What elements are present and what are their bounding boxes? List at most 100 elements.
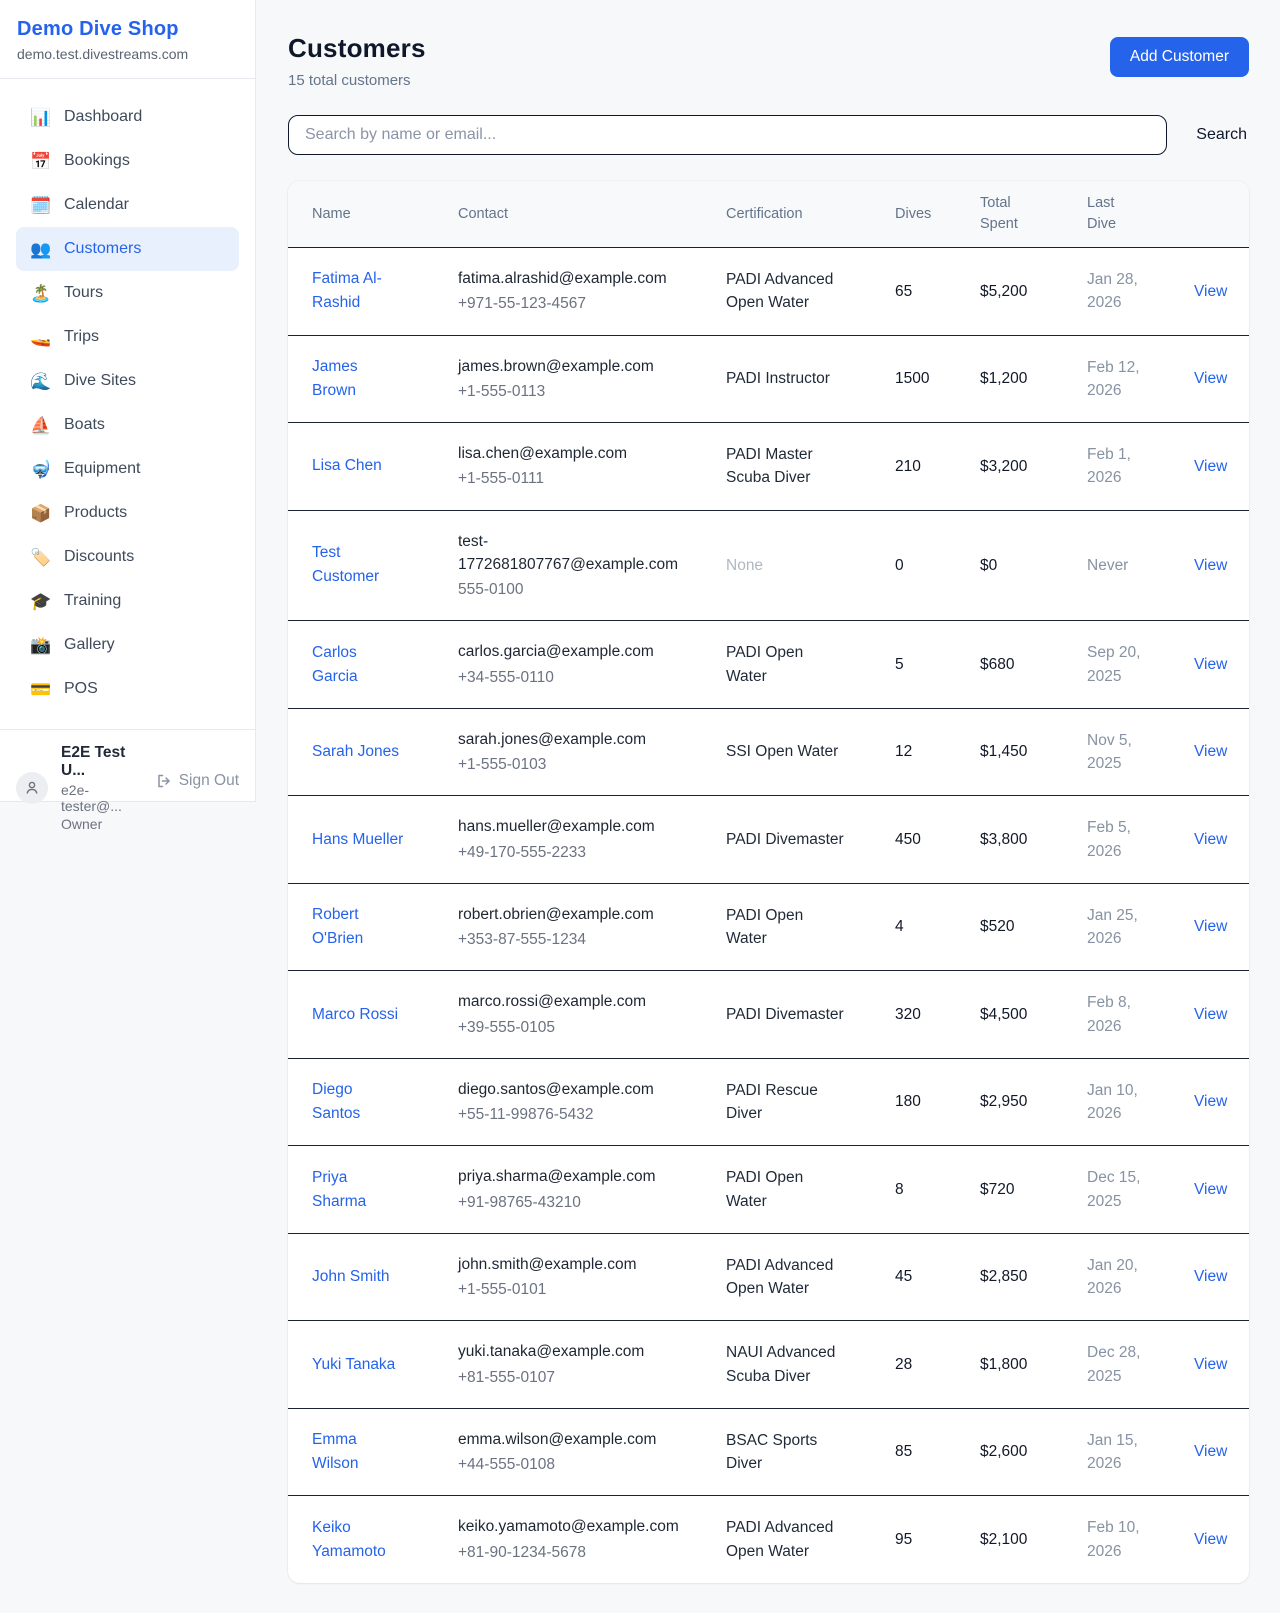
- customer-total-spent: $1,200: [980, 370, 1027, 387]
- sign-out-button[interactable]: Sign Out: [156, 772, 239, 790]
- sidebar-item-calendar[interactable]: 🗓️ Calendar: [16, 183, 239, 227]
- customer-last-dive: Jan 25, 2026: [1087, 904, 1159, 951]
- customer-phone: +44-555-0108: [458, 1453, 710, 1476]
- customer-phone: +353-87-555-1234: [458, 928, 710, 951]
- customer-certification: PADI Open Water: [726, 904, 848, 951]
- customer-email: emma.wilson@example.com: [458, 1428, 686, 1451]
- sidebar-item-gallery[interactable]: 📸 Gallery: [16, 623, 239, 667]
- brand-name[interactable]: Demo Dive Shop: [17, 18, 238, 41]
- customer-email: priya.sharma@example.com: [458, 1165, 686, 1188]
- customer-certification: PADI Open Water: [726, 1166, 848, 1213]
- view-link[interactable]: View: [1194, 831, 1227, 848]
- sidebar-item-trips[interactable]: 🚤 Trips: [16, 315, 239, 359]
- add-customer-button[interactable]: Add Customer: [1110, 37, 1249, 77]
- customers-icon: 👥: [30, 241, 52, 258]
- sidebar: Demo Dive Shop demo.test.divestreams.com…: [0, 0, 256, 802]
- view-link[interactable]: View: [1194, 1356, 1227, 1373]
- customer-name-link[interactable]: Lisa Chen: [312, 454, 382, 478]
- main-content: Customers 15 total customers Add Custome…: [256, 0, 1280, 1613]
- user-role: Owner: [61, 816, 143, 832]
- customer-name-link[interactable]: Diego Santos: [312, 1078, 404, 1126]
- search-button[interactable]: Search: [1194, 120, 1249, 150]
- view-link[interactable]: View: [1194, 370, 1227, 387]
- customer-email: hans.mueller@example.com: [458, 815, 686, 838]
- user-section: E2E Test U... e2e-tester@... Owner Sign …: [0, 729, 255, 852]
- customer-name-link[interactable]: Hans Mueller: [312, 828, 403, 852]
- customer-dives: 450: [895, 831, 921, 848]
- customer-name-link[interactable]: Sarah Jones: [312, 740, 399, 764]
- column-header-actions: [1194, 181, 1249, 248]
- sidebar-item-bookings[interactable]: 📅 Bookings: [16, 139, 239, 183]
- dashboard-icon: 📊: [30, 109, 52, 126]
- customer-total-spent: $0: [980, 557, 997, 574]
- customer-email: lisa.chen@example.com: [458, 442, 686, 465]
- view-link[interactable]: View: [1194, 918, 1227, 935]
- customer-email: keiko.yamamoto@example.com: [458, 1515, 686, 1538]
- customer-name-link[interactable]: Emma Wilson: [312, 1428, 404, 1476]
- sidebar-item-customers[interactable]: 👥 Customers: [16, 227, 239, 271]
- view-link[interactable]: View: [1194, 656, 1227, 673]
- customer-name-link[interactable]: Yuki Tanaka: [312, 1353, 395, 1377]
- sidebar-item-products[interactable]: 📦 Products: [16, 491, 239, 535]
- table-row: John Smith john.smith@example.com +1-555…: [288, 1233, 1249, 1321]
- customer-name-link[interactable]: Carlos Garcia: [312, 641, 404, 689]
- customer-phone: +1-555-0111: [458, 467, 710, 490]
- column-header-total-spent: Total Spent: [980, 181, 1087, 248]
- customer-email: marco.rossi@example.com: [458, 990, 686, 1013]
- customer-phone: +971-55-123-4567: [458, 292, 710, 315]
- customer-name-link[interactable]: James Brown: [312, 355, 404, 403]
- customer-certification: PADI Advanced Open Water: [726, 1254, 848, 1301]
- customer-dives: 320: [895, 1006, 921, 1023]
- customer-total-spent: $1,800: [980, 1356, 1027, 1373]
- view-link[interactable]: View: [1194, 1006, 1227, 1023]
- sidebar-item-pos[interactable]: 💳 POS: [16, 667, 239, 711]
- customer-last-dive: Dec 15, 2025: [1087, 1166, 1159, 1213]
- page-title: Customers: [288, 33, 426, 64]
- customer-dives: 180: [895, 1093, 921, 1110]
- customer-dives: 12: [895, 743, 912, 760]
- view-link[interactable]: View: [1194, 1443, 1227, 1460]
- view-link[interactable]: View: [1194, 1268, 1227, 1285]
- customer-last-dive: Feb 10, 2026: [1087, 1516, 1159, 1563]
- gallery-icon: 📸: [30, 637, 52, 654]
- bookings-icon: 📅: [30, 153, 52, 170]
- customer-email: fatima.alrashid@example.com: [458, 267, 686, 290]
- customer-last-dive: Nov 5, 2025: [1087, 729, 1159, 776]
- customer-name-link[interactable]: Test Customer: [312, 541, 404, 589]
- customer-name-link[interactable]: Keiko Yamamoto: [312, 1516, 404, 1564]
- customer-total-spent: $520: [980, 918, 1014, 935]
- customer-phone: +55-11-99876-5432: [458, 1103, 710, 1126]
- customer-certification: PADI Advanced Open Water: [726, 268, 848, 315]
- table-row: Fatima Al-Rashid fatima.alrashid@example…: [288, 248, 1249, 336]
- sidebar-item-tours[interactable]: 🏝️ Tours: [16, 271, 239, 315]
- sidebar-item-dashboard[interactable]: 📊 Dashboard: [16, 95, 239, 139]
- view-link[interactable]: View: [1194, 557, 1227, 574]
- customer-name-link[interactable]: Marco Rossi: [312, 1003, 398, 1027]
- view-link[interactable]: View: [1194, 458, 1227, 475]
- customer-certification: NAUI Advanced Scuba Diver: [726, 1341, 848, 1388]
- customer-email: robert.obrien@example.com: [458, 903, 686, 926]
- view-link[interactable]: View: [1194, 743, 1227, 760]
- table-row: Diego Santos diego.santos@example.com +5…: [288, 1058, 1249, 1146]
- view-link[interactable]: View: [1194, 1181, 1227, 1198]
- customer-certification: PADI Advanced Open Water: [726, 1516, 848, 1563]
- customer-name-link[interactable]: Robert O'Brien: [312, 903, 404, 951]
- sidebar-item-boats[interactable]: ⛵ Boats: [16, 403, 239, 447]
- sidebar-item-dive-sites[interactable]: 🌊 Dive Sites: [16, 359, 239, 403]
- customer-total-spent: $720: [980, 1181, 1014, 1198]
- sidebar-item-training[interactable]: 🎓 Training: [16, 579, 239, 623]
- customer-total-spent: $3,800: [980, 831, 1027, 848]
- calendar-icon: 🗓️: [30, 197, 52, 214]
- customer-name-link[interactable]: Fatima Al-Rashid: [312, 267, 404, 315]
- customer-name-link[interactable]: John Smith: [312, 1265, 390, 1289]
- view-link[interactable]: View: [1194, 1093, 1227, 1110]
- sidebar-item-discounts[interactable]: 🏷️ Discounts: [16, 535, 239, 579]
- customer-total-spent: $1,450: [980, 743, 1027, 760]
- customer-name-link[interactable]: Priya Sharma: [312, 1166, 404, 1214]
- search-input[interactable]: [288, 115, 1167, 155]
- sidebar-item-equipment[interactable]: 🤿 Equipment: [16, 447, 239, 491]
- view-link[interactable]: View: [1194, 1531, 1227, 1548]
- view-link[interactable]: View: [1194, 283, 1227, 300]
- customer-email: yuki.tanaka@example.com: [458, 1340, 686, 1363]
- table-row: Yuki Tanaka yuki.tanaka@example.com +81-…: [288, 1321, 1249, 1409]
